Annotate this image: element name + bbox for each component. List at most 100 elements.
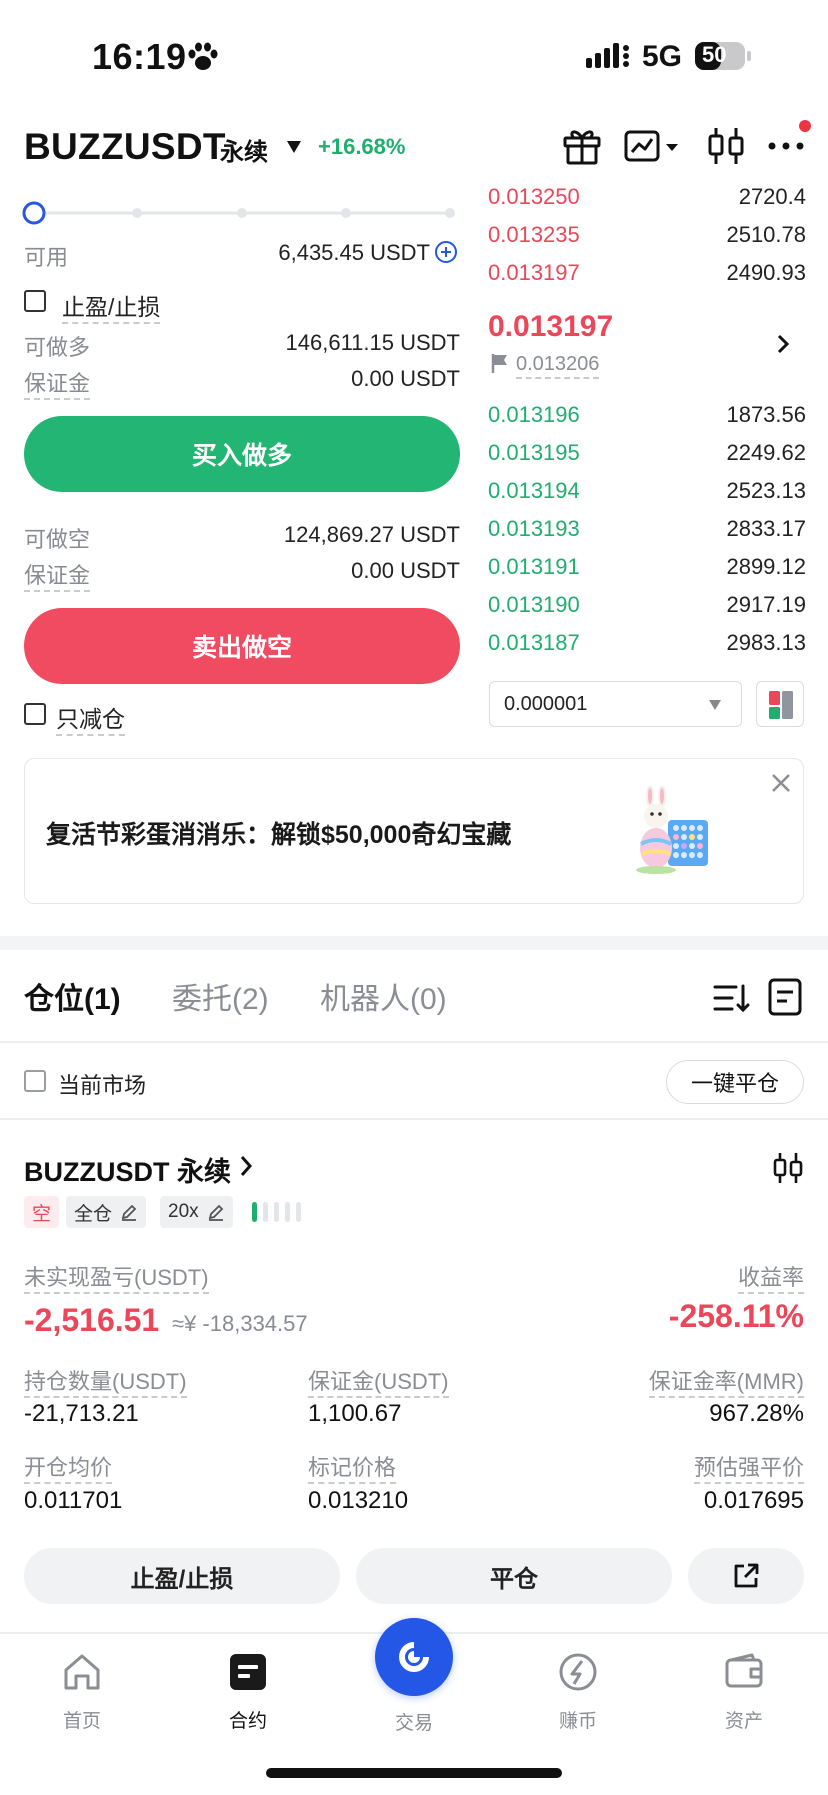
- pair-symbol[interactable]: BUZZUSDT: [24, 126, 226, 168]
- roe-value: -258.11%: [668, 1298, 804, 1334]
- long-margin-value: 0.00 USDT: [351, 366, 460, 391]
- nav-futures[interactable]: 合约: [188, 1650, 308, 1733]
- bid-price: 0.013187: [488, 630, 580, 655]
- ask-row[interactable]: 0.013250 2720.4: [488, 178, 806, 216]
- orderbook-layout-button[interactable]: [756, 681, 804, 727]
- bid-row[interactable]: 0.013191 2899.12: [488, 548, 806, 586]
- status-time: 16:19: [92, 36, 187, 77]
- leverage-tag[interactable]: 20x: [160, 1196, 233, 1228]
- paw-icon: [188, 42, 218, 70]
- tab-bots[interactable]: 机器人(0): [320, 974, 447, 1018]
- share-icon: [734, 1563, 759, 1588]
- reduce-only-label[interactable]: 只减仓: [56, 700, 125, 736]
- current-market-label[interactable]: 当前市场: [58, 1068, 146, 1100]
- notification-dot: [799, 120, 811, 132]
- nav-assets-label: 资产: [724, 1711, 763, 1732]
- ask-price: 0.013235: [488, 222, 580, 247]
- tpsl-label[interactable]: 止盈/止损: [62, 288, 161, 324]
- close-position-button[interactable]: 平仓: [356, 1548, 672, 1604]
- ask-price: 0.013197: [488, 260, 580, 285]
- caret-down-icon[interactable]: [286, 140, 302, 154]
- battery-level: 50: [702, 42, 727, 67]
- contract-type[interactable]: 永续: [220, 132, 268, 167]
- available-label: 可用: [24, 245, 69, 270]
- mmr-label: 保证金率(MMR): [648, 1364, 804, 1398]
- sort-icon[interactable]: [712, 980, 750, 1016]
- nav-assets[interactable]: 资产: [684, 1650, 804, 1733]
- candlestick-icon[interactable]: [770, 1150, 806, 1186]
- nav-trade-label[interactable]: 交易: [354, 1708, 474, 1735]
- margin-mode-label: 全仓: [74, 1203, 113, 1225]
- pos-margin-label: 保证金(USDT): [308, 1364, 449, 1398]
- available-value: 6,435.45 USDT: [278, 240, 430, 265]
- bid-qty: 2523.13: [726, 478, 806, 503]
- chart-menu-icon[interactable]: [622, 124, 682, 168]
- tab-orders[interactable]: 委托(2): [172, 974, 269, 1018]
- close-all-button[interactable]: 一键平仓: [666, 1060, 804, 1104]
- tpsl-checkbox[interactable]: [24, 290, 46, 312]
- ask-qty: 2490.93: [726, 260, 806, 285]
- filter-divider: [0, 1118, 828, 1120]
- home-icon: [64, 1654, 100, 1690]
- margin-mode-tag[interactable]: 全仓: [66, 1196, 147, 1228]
- candlestick-icon[interactable]: [704, 124, 748, 168]
- chevron-right-icon[interactable]: [238, 1154, 254, 1178]
- add-funds-icon[interactable]: [434, 240, 458, 264]
- sell-short-button[interactable]: 卖出做空: [24, 608, 460, 684]
- buy-long-button[interactable]: 买入做多: [24, 416, 460, 492]
- nav-home[interactable]: 首页: [22, 1650, 142, 1733]
- upnl-cny-value: ≈¥ -18,334.57: [172, 1311, 308, 1336]
- nav-home-label: 首页: [62, 1711, 101, 1732]
- share-button[interactable]: [688, 1548, 804, 1604]
- close-icon[interactable]: [770, 772, 792, 794]
- cell-signal-icon: [586, 43, 629, 68]
- promo-banner-text[interactable]: 复活节彩蛋消消乐：解锁$50,000奇幻宝藏: [46, 815, 511, 851]
- upnl-label: 未实现盈亏(USDT): [24, 1260, 209, 1294]
- wallet-icon: [725, 1653, 763, 1688]
- precision-value: 0.000001: [504, 692, 588, 715]
- gift-icon[interactable]: [560, 124, 604, 168]
- nav-earn-label: 赚币: [558, 1711, 597, 1732]
- leverage-label: 20x: [168, 1201, 199, 1222]
- bid-row[interactable]: 0.013190 2917.19: [488, 586, 806, 624]
- nav-earn[interactable]: 赚币: [518, 1650, 638, 1733]
- bid-row[interactable]: 0.013193 2833.17: [488, 510, 806, 548]
- mmr-value: 967.28%: [709, 1400, 804, 1427]
- precision-select[interactable]: 0.000001: [489, 681, 742, 727]
- upnl-value: -2,516.51: [24, 1302, 160, 1338]
- size-value: -21,713.21: [24, 1400, 139, 1427]
- ask-row[interactable]: 0.013197 2490.93: [488, 254, 806, 292]
- max-short-label: 可做空: [24, 527, 91, 552]
- bid-row[interactable]: 0.013187 2983.13: [488, 624, 806, 662]
- bid-qty: 2899.12: [726, 554, 806, 579]
- max-long-value: 146,611.15 USDT: [285, 330, 460, 355]
- trade-icon: [399, 1642, 429, 1672]
- nav-trade-button[interactable]: [375, 1618, 453, 1696]
- side-tag: 空: [24, 1196, 60, 1228]
- tab-positions[interactable]: 仓位(1): [24, 974, 121, 1018]
- last-price: 0.013197: [488, 310, 614, 343]
- order-history-icon[interactable]: [766, 976, 804, 1018]
- current-market-checkbox[interactable]: [24, 1070, 46, 1092]
- earn-icon: [559, 1653, 597, 1691]
- bid-row[interactable]: 0.013195 2249.62: [488, 434, 806, 472]
- reduce-only-checkbox[interactable]: [24, 703, 46, 725]
- pos-margin-value: 1,100.67: [308, 1400, 402, 1427]
- bid-row[interactable]: 0.013196 1873.56: [488, 396, 806, 434]
- bid-price: 0.013195: [488, 440, 580, 465]
- liq-value: 0.017695: [703, 1487, 804, 1514]
- flag-icon: [491, 354, 507, 373]
- futures-icon: [230, 1654, 266, 1690]
- entry-value: 0.011701: [24, 1487, 123, 1514]
- bid-price: 0.013194: [488, 478, 580, 503]
- bid-row[interactable]: 0.013194 2523.13: [488, 472, 806, 510]
- tpsl-button[interactable]: 止盈/止损: [24, 1548, 340, 1604]
- position-title[interactable]: BUZZUSDT 永续: [24, 1150, 231, 1189]
- edit-icon: [208, 1204, 223, 1221]
- chevron-right-icon[interactable]: [776, 334, 790, 354]
- roe-label: 收益率: [737, 1260, 804, 1294]
- ask-row[interactable]: 0.013235 2510.78: [488, 216, 806, 254]
- size-label: 持仓数量(USDT): [24, 1364, 187, 1398]
- amount-slider[interactable]: [22, 201, 456, 225]
- ask-qty: 2510.78: [726, 222, 806, 247]
